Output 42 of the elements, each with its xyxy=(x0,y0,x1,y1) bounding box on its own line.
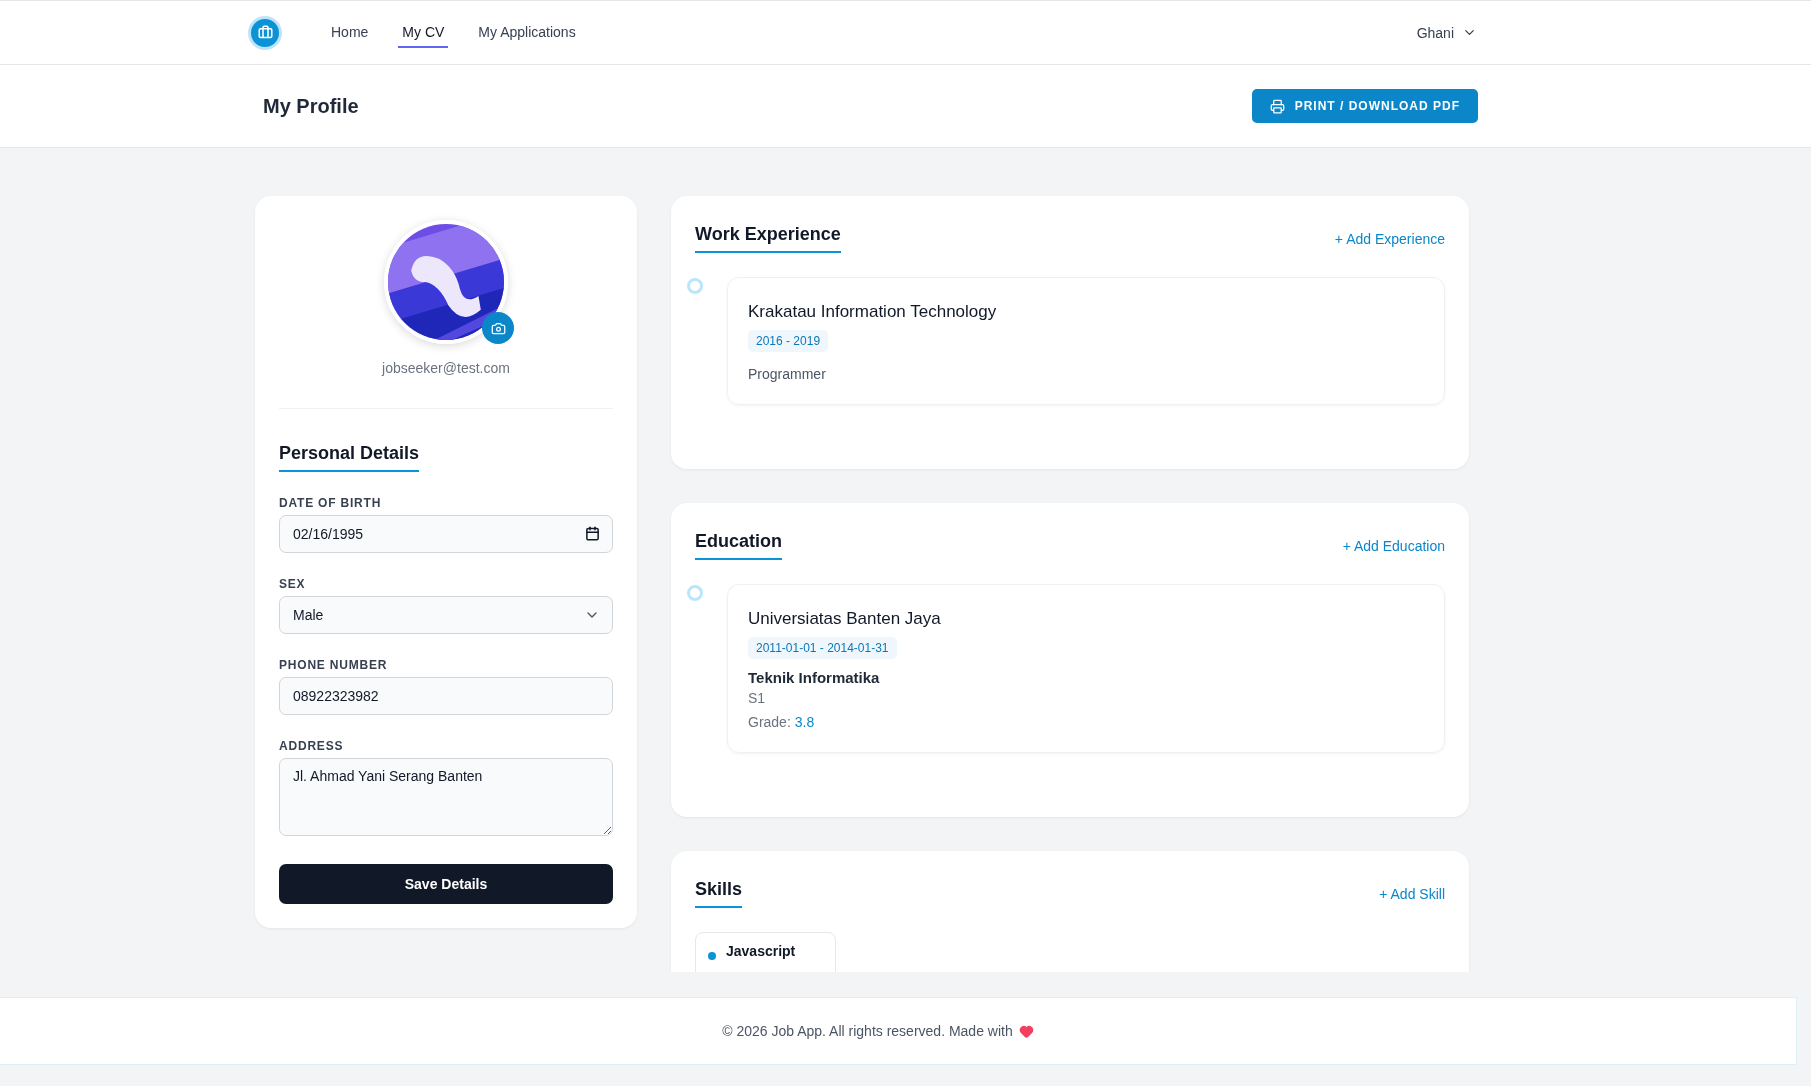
email-text: jobseeker@test.com xyxy=(380,360,511,376)
camera-icon xyxy=(490,320,506,336)
heart-icon xyxy=(1018,1023,1034,1039)
add-link[interactable]: + Add Skill xyxy=(1379,885,1445,902)
print-button[interactable]: PRINT / DOWNLOAD PDF xyxy=(1251,89,1478,123)
school-name: Universiatas Banten Jaya xyxy=(748,609,942,629)
logo-icon[interactable] xyxy=(248,15,282,50)
nav-link[interactable]: My CV xyxy=(398,17,449,48)
user-menu[interactable]: Ghani xyxy=(1412,20,1481,45)
field-label: SEX xyxy=(279,577,307,591)
nav-link[interactable]: My Applications xyxy=(474,17,580,48)
add-link[interactable]: + Add Education xyxy=(1342,537,1445,554)
save-button[interactable]: Save Details xyxy=(279,864,613,904)
address-field[interactable]: Jl. Ahmad Yani Serang Banten xyxy=(279,758,613,836)
section-title: Skills xyxy=(695,879,743,908)
field-label: ADDRESS xyxy=(279,739,345,753)
major-name: Teknik Informatika xyxy=(748,669,881,686)
add-link[interactable]: + Add Experience xyxy=(1334,230,1445,247)
timeline-dot xyxy=(687,585,703,601)
company-name: Krakatau Information Technology xyxy=(748,302,998,322)
section-title: Education xyxy=(695,531,782,560)
field-label: DATE OF BIRTH xyxy=(279,496,383,510)
printer-icon xyxy=(1269,98,1285,114)
nav-link[interactable]: Home xyxy=(327,17,373,48)
date-field[interactable]: 02/16/1995 xyxy=(279,515,613,553)
section-title: Work Experience xyxy=(695,224,841,253)
footer-text: © 2026 Job App. All rights reserved. Made with xyxy=(722,1023,1013,1039)
period-tag: 2016 - 2019 xyxy=(748,330,829,352)
section-title: Personal Details xyxy=(279,443,420,472)
skill-dot-icon xyxy=(708,952,716,960)
degree-text: S1 xyxy=(748,690,767,706)
page-title: My Profile xyxy=(263,94,359,118)
input-field[interactable]: 08922323982 xyxy=(279,677,613,715)
timeline-dot xyxy=(687,278,703,294)
select-field[interactable]: Male xyxy=(279,596,613,634)
camera-button[interactable] xyxy=(482,312,514,344)
calendar-icon xyxy=(585,526,600,541)
period-tag: 2011-01-01 - 2014-01-31 xyxy=(748,637,897,659)
job-role: Programmer xyxy=(748,366,827,382)
grade-text: Grade: 3.8 xyxy=(748,714,816,730)
skill-name: Javascript xyxy=(726,943,796,959)
field-label: PHONE NUMBER xyxy=(279,658,389,672)
